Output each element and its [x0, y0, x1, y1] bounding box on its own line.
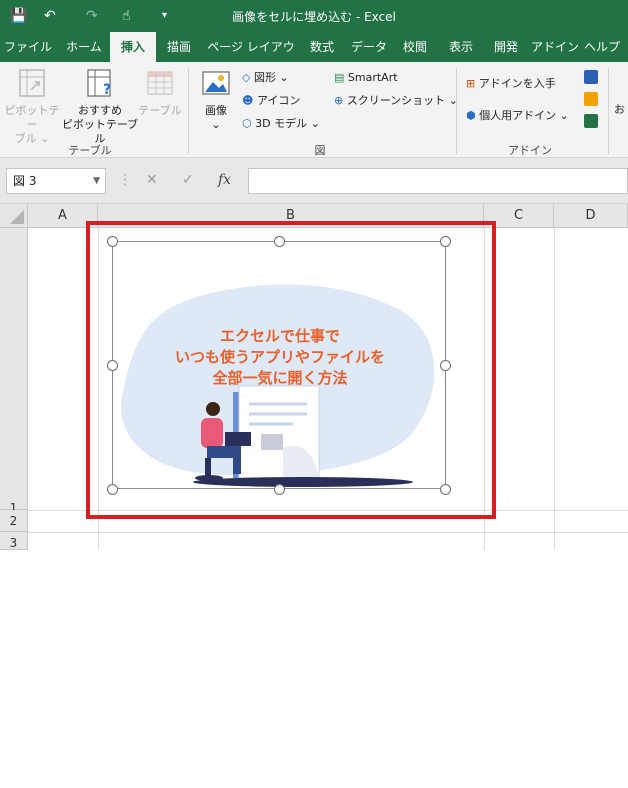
resize-handle-bottom-right[interactable]: [440, 484, 451, 495]
title-bar: 💾 ↶ ↷ ☝ ▾ 画像をセルに埋め込む - Excel: [0, 0, 628, 32]
embedded-picture[interactable]: エクセルで仕事で いつも使うアプリやファイルを 全部一気に開く方法: [112, 241, 446, 489]
3d-models-button[interactable]: ⬡ 3D モデル ⌄: [242, 116, 320, 132]
gridline: [28, 532, 628, 533]
screenshot-label: スクリーンショット ⌄: [346, 94, 458, 107]
get-addins-label: アドインを入手: [478, 77, 556, 90]
get-addins-button[interactable]: ⊞ アドインを入手: [466, 76, 556, 92]
column-header-d[interactable]: D: [554, 204, 628, 228]
icons-button[interactable]: ☻ アイコン: [242, 93, 300, 109]
row-header-2[interactable]: 2: [0, 510, 28, 532]
resize-handle-left[interactable]: [107, 360, 118, 371]
smartart-icon: ▤: [334, 71, 345, 84]
3d-models-label: 3D モデル ⌄: [255, 117, 320, 130]
people-graph-icon[interactable]: [584, 114, 598, 128]
smartart-label: SmartArt: [347, 71, 398, 84]
name-box-value: 図 3: [13, 174, 37, 188]
select-all-corner[interactable]: [0, 204, 28, 228]
cancel-icon[interactable]: ✕: [146, 172, 158, 188]
tab-formulas[interactable]: 数式: [302, 32, 342, 62]
table-icon: [147, 71, 173, 95]
window-title: 画像をセルに埋め込む - Excel: [232, 10, 396, 24]
tab-home[interactable]: ホーム: [58, 32, 110, 62]
tables-group-name: テーブル: [68, 144, 112, 157]
addins-group-name: アドイン: [508, 144, 552, 157]
resize-handle-bottom-left[interactable]: [107, 484, 118, 495]
my-addins-icon: ⬢: [466, 109, 476, 122]
ribbon-tabs: ファイル ホーム 挿入 描画 ページ レイアウト 数式 データ 校閲 表示 開発…: [0, 32, 628, 84]
illustrations-group-name: 図: [314, 144, 326, 157]
resize-handle-top-right[interactable]: [440, 236, 451, 247]
insert-function-icon[interactable]: fx: [218, 172, 231, 188]
store-icon: ⊞: [466, 77, 476, 90]
formula-input[interactable]: [248, 168, 628, 194]
gridline: [554, 228, 555, 550]
ribbon-overflow-label: お: [614, 103, 625, 116]
image-icon: [202, 71, 230, 95]
pivot-table-icon: [19, 69, 45, 97]
resize-handle-bottom[interactable]: [274, 484, 285, 495]
row-header-3[interactable]: 3: [0, 532, 28, 550]
picture-caption: エクセルで仕事で いつも使うアプリやファイルを 全部一気に開く方法: [113, 326, 445, 389]
group-separator: [608, 68, 609, 154]
select-all-icon: [10, 210, 24, 224]
icons-icon: ☻: [242, 94, 254, 107]
image-button[interactable]: 画像 ⌄: [196, 68, 236, 132]
visio-icon[interactable]: [584, 70, 598, 84]
tab-draw[interactable]: 描画: [158, 32, 200, 62]
table-button[interactable]: テーブル: [138, 68, 182, 118]
bing-maps-icon[interactable]: [584, 92, 598, 106]
caption-line-2: いつも使うアプリやファイルを: [174, 348, 385, 366]
shapes-icon: ◇: [242, 71, 251, 84]
tab-addins[interactable]: アドイン: [530, 32, 580, 62]
pivot-table-button[interactable]: ピボットテー ブル ⌄: [4, 68, 60, 146]
caption-line-1: エクセルで仕事で: [219, 327, 340, 345]
tab-help[interactable]: ヘルプ: [584, 32, 628, 62]
recommended-pivot-button[interactable]: ? おすすめ ピボットテーブル: [60, 68, 140, 146]
group-separator: [456, 68, 457, 154]
recommended-pivot-label-1: おすすめ: [78, 104, 122, 117]
chevron-down-icon[interactable]: ▼: [93, 169, 100, 193]
svg-text:?: ?: [103, 82, 111, 98]
row-header-1[interactable]: 1: [0, 228, 28, 515]
screenshot-icon: ⊕: [334, 94, 344, 107]
ribbon: ピボットテー ブル ⌄ ? おすすめ ピボットテーブル テーブル テーブル 画像…: [0, 62, 628, 158]
more-icon: ⋮: [118, 172, 132, 188]
cube-icon: ⬡: [242, 117, 252, 130]
resize-handle-top-left[interactable]: [107, 236, 118, 247]
image-label: 画像: [205, 104, 227, 117]
screenshot-button[interactable]: ⊕ スクリーンショット ⌄: [334, 93, 458, 109]
caption-line-3: 全部一気に開く方法: [212, 369, 348, 387]
my-addins-button[interactable]: ⬢ 個人用アドイン ⌄: [466, 108, 569, 124]
pivot-table-label-1: ピボットテー: [4, 104, 60, 131]
table-label: テーブル: [138, 104, 182, 117]
recommended-pivot-icon: ?: [87, 69, 111, 98]
tab-review[interactable]: 校閲: [394, 32, 436, 62]
shapes-button[interactable]: ◇ 図形 ⌄: [242, 70, 289, 86]
tab-developer[interactable]: 開発: [484, 32, 528, 62]
tab-file[interactable]: ファイル: [2, 32, 54, 62]
tab-page-layout[interactable]: ページ レイアウト: [202, 32, 300, 84]
tab-data[interactable]: データ: [346, 32, 392, 62]
formula-bar: 図 3 ▼ ⋮ ✕ ✓ fx: [0, 158, 628, 204]
enter-icon[interactable]: ✓: [182, 172, 194, 188]
image-dropdown-icon: ⌄: [211, 118, 221, 131]
name-box[interactable]: 図 3 ▼: [6, 168, 106, 194]
group-separator: [188, 68, 189, 154]
shapes-label: 図形 ⌄: [253, 71, 289, 84]
icons-label: アイコン: [256, 94, 301, 107]
smartart-button[interactable]: ▤ SmartArt: [334, 70, 398, 86]
resize-handle-top[interactable]: [274, 236, 285, 247]
resize-handle-right[interactable]: [440, 360, 451, 371]
my-addins-label: 個人用アドイン ⌄: [479, 109, 569, 122]
tab-insert[interactable]: 挿入: [110, 32, 156, 62]
tab-view[interactable]: 表示: [440, 32, 482, 62]
